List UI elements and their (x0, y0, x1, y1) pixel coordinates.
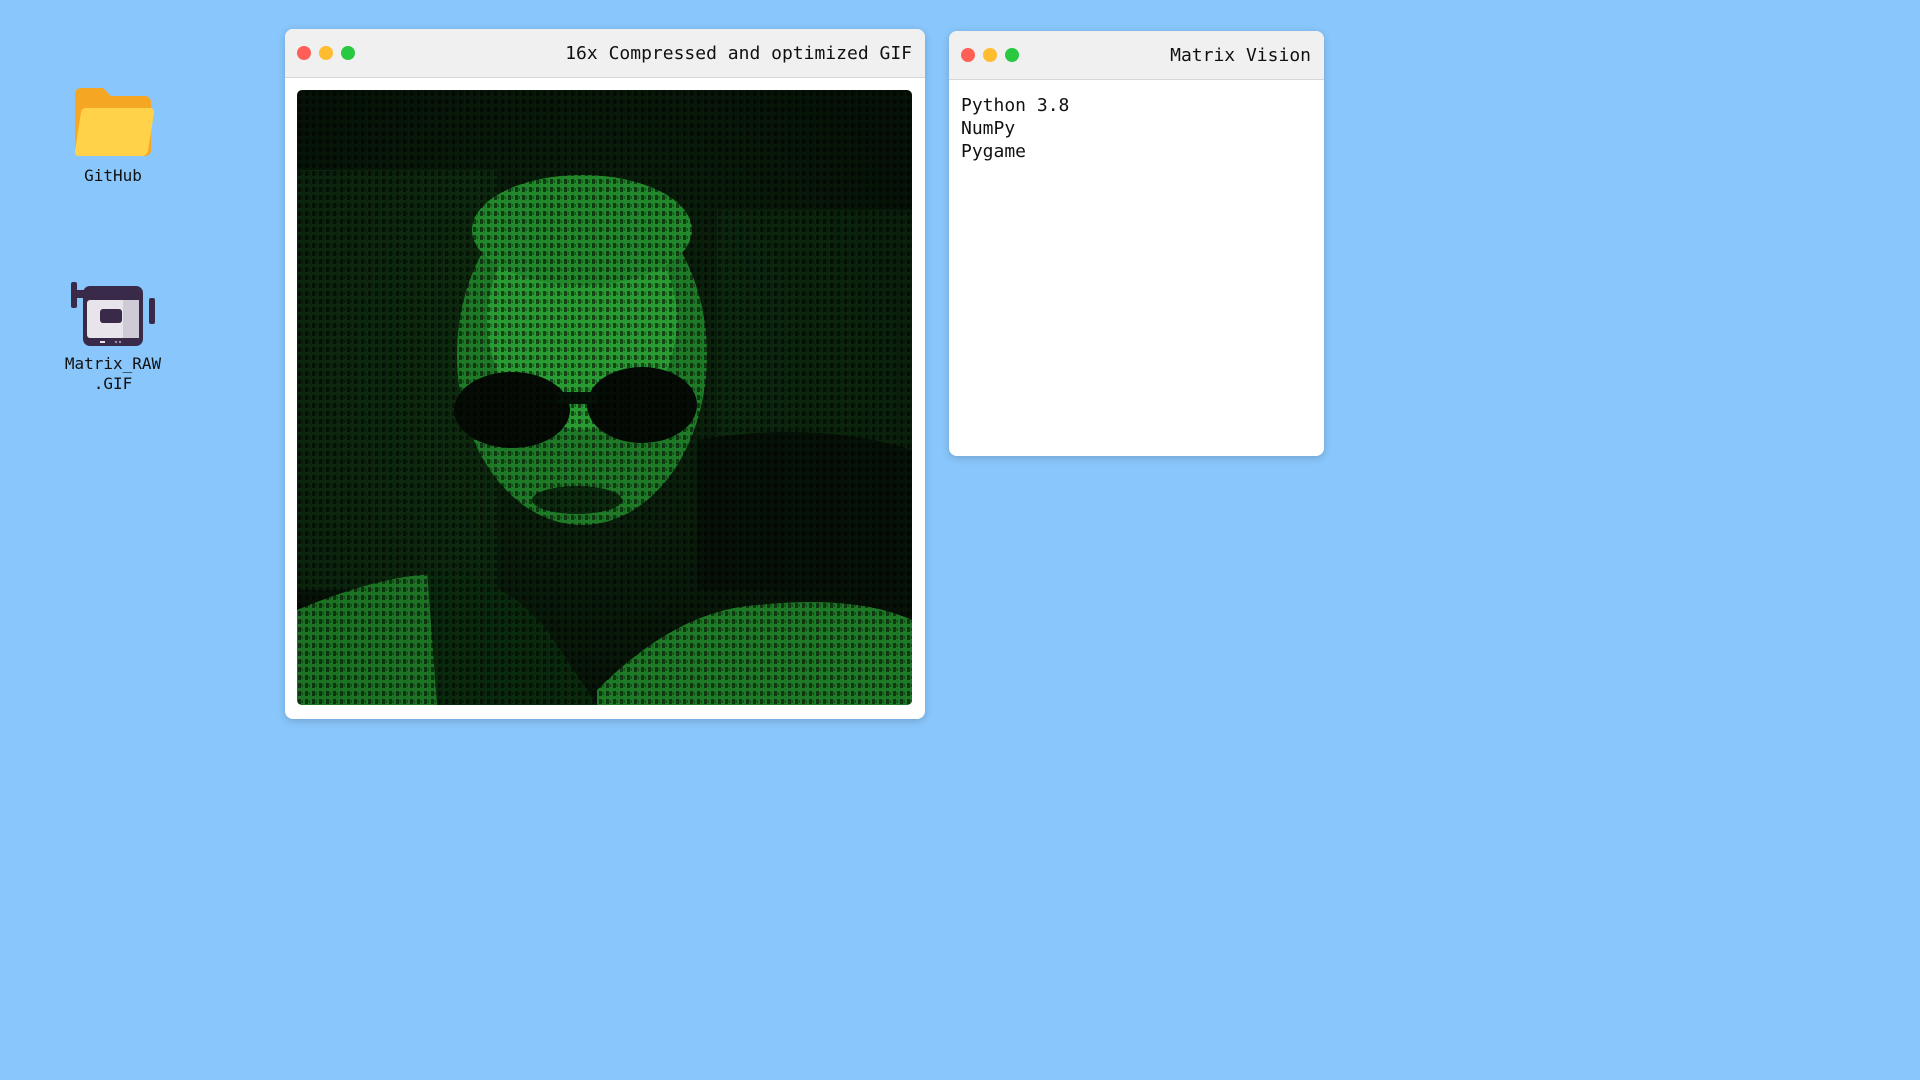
window-title: 16x Compressed and optimized GIF (565, 43, 912, 64)
desktop-icon-github[interactable]: GitHub (48, 86, 178, 186)
minimize-button[interactable] (319, 46, 333, 60)
requirement-line: Pygame (961, 141, 1027, 162)
close-button[interactable] (297, 46, 311, 60)
desktop: GitHub Matrix_RAW .GIF 16x Compressed an… (0, 0, 1920, 1080)
matrix-gif-image (297, 90, 912, 705)
maximize-button[interactable] (1005, 48, 1019, 62)
matrix-vision-window[interactable]: Matrix Vision Python 3.8 NumPy Pygame (949, 31, 1324, 456)
window-titlebar[interactable]: Matrix Vision (949, 31, 1324, 80)
requirement-line: NumPy (961, 118, 1016, 139)
desktop-icon-label: GitHub (84, 166, 142, 185)
window-controls (961, 48, 1019, 62)
video-camera-icon (71, 282, 155, 346)
window-content (285, 78, 925, 717)
maximize-button[interactable] (341, 46, 355, 60)
requirement-line: Python 3.8 (961, 95, 1070, 116)
gif-viewer-window[interactable]: 16x Compressed and optimized GIF (285, 29, 925, 719)
minimize-button[interactable] (983, 48, 997, 62)
window-title: Matrix Vision (1170, 45, 1311, 66)
desktop-icon-label: Matrix_RAW .GIF (64, 354, 162, 393)
window-controls (297, 46, 355, 60)
window-titlebar[interactable]: 16x Compressed and optimized GIF (285, 29, 925, 78)
desktop-icon-matrix-raw-gif[interactable]: Matrix_RAW .GIF (48, 280, 178, 394)
close-button[interactable] (961, 48, 975, 62)
window-content: Python 3.8 NumPy Pygame (949, 80, 1324, 177)
folder-icon (74, 88, 155, 157)
